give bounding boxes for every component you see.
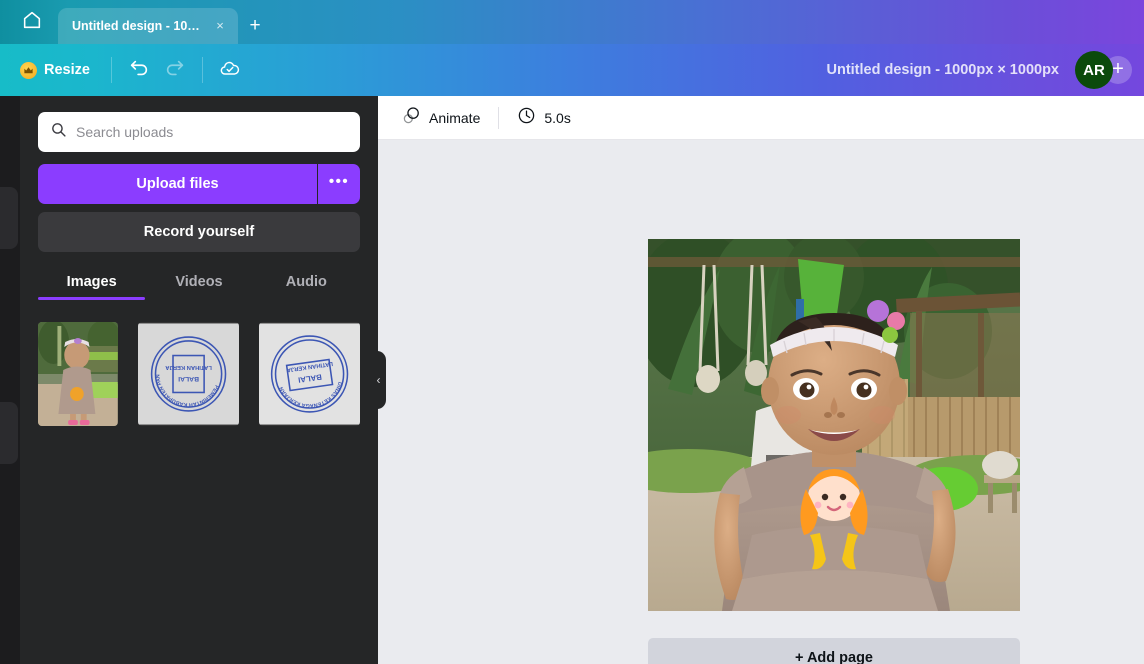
svg-text:LATIHAN KERJA: LATIHAN KERJA: [164, 364, 211, 370]
design-page[interactable]: [648, 239, 1020, 611]
chevron-left-icon: ‹: [376, 373, 381, 387]
svg-text:BALAI: BALAI: [178, 375, 199, 382]
undo-button[interactable]: [121, 52, 157, 88]
resize-label: Resize: [44, 62, 90, 78]
canvas-stage: + Add page: [378, 140, 1144, 664]
official-stamp-thumbnail-1[interactable]: BALAI LATIHAN KERJA PEMERINTAH KABUPATEN…: [137, 322, 239, 426]
tab-audio[interactable]: Audio: [253, 274, 360, 300]
browser-tab-strip: Untitled design - 1000... × +: [0, 0, 1144, 44]
home-button[interactable]: [10, 0, 54, 44]
upload-more-options-button[interactable]: •••: [318, 164, 360, 204]
animate-button[interactable]: Animate: [392, 100, 490, 136]
duration-button[interactable]: 5.0s: [507, 100, 580, 136]
record-yourself-button[interactable]: Record yourself: [38, 212, 360, 252]
animate-icon: [402, 106, 421, 130]
browser-tab-title: Untitled design - 1000...: [72, 19, 206, 33]
home-icon: [21, 9, 43, 36]
rail-item-1[interactable]: s: [0, 187, 18, 249]
collapse-panel-handle[interactable]: ‹: [371, 351, 386, 409]
search-icon: [50, 121, 67, 143]
toolbar-divider-1: [110, 57, 112, 83]
toddler-photo-thumbnail[interactable]: [38, 322, 118, 426]
upload-actions-row: Upload files •••: [38, 164, 360, 204]
add-page-button[interactable]: + Add page: [648, 638, 1020, 664]
close-icon[interactable]: ×: [212, 18, 228, 34]
search-uploads-box[interactable]: [38, 112, 360, 152]
resize-button[interactable]: Resize: [12, 56, 102, 85]
left-rail: s s s: [0, 96, 20, 664]
rail-item-2[interactable]: s: [0, 260, 18, 322]
editor-body: s s s Upload files •••: [0, 96, 1144, 664]
tab-videos[interactable]: Videos: [145, 274, 252, 300]
cloud-check-icon: [219, 57, 241, 84]
crown-icon: [20, 61, 37, 79]
official-stamp-thumbnail-2[interactable]: BALAI LATIHAN KERJA DINAS KETENAGA KERJA…: [258, 322, 360, 426]
document-title: Untitled design - 1000px × 1000px: [826, 62, 1060, 78]
toddler-photo: [648, 239, 1020, 611]
undo-icon: [128, 57, 150, 84]
uploads-thumbnail-grid: BALAI LATIHAN KERJA PEMERINTAH KABUPATEN…: [38, 322, 360, 426]
canvas-area: Animate 5.0s + Add page: [378, 96, 1144, 664]
canva-editor: Untitled design - 1000... × + Resize Unt…: [0, 0, 1144, 664]
redo-icon: [164, 57, 186, 84]
uploads-tabs: Images Videos Audio: [38, 274, 360, 300]
tab-images[interactable]: Images: [38, 274, 146, 300]
duration-label: 5.0s: [544, 109, 571, 126]
rail-item-3[interactable]: s: [0, 402, 18, 464]
uploads-panel: Upload files ••• Record yourself Images …: [20, 96, 378, 664]
new-tab-button[interactable]: +: [238, 8, 272, 44]
upload-files-button[interactable]: Upload files: [38, 164, 317, 204]
canvas-toolbar: Animate 5.0s: [378, 96, 1144, 140]
browser-tab[interactable]: Untitled design - 1000... ×: [58, 8, 238, 44]
animate-label: Animate: [429, 109, 481, 126]
canvas-toolbar-divider: [498, 106, 500, 129]
avatar[interactable]: AR: [1075, 51, 1113, 89]
toolbar-divider-2: [201, 57, 203, 83]
saved-status-button[interactable]: [212, 52, 248, 88]
clock-icon: [517, 106, 536, 130]
search-input[interactable]: [76, 124, 348, 140]
editor-toolbar: Resize Untitled design - 1000px × 1000px…: [0, 44, 1144, 96]
redo-button[interactable]: [157, 52, 193, 88]
